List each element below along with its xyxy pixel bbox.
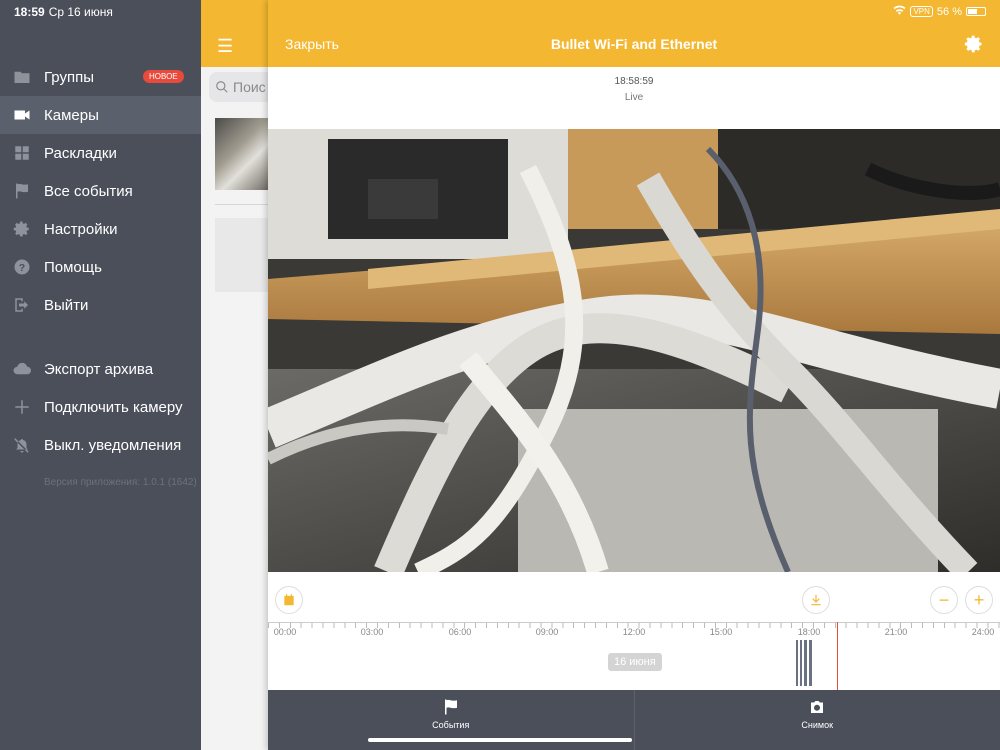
sidebar-item-label: Выкл. уведомления [44, 436, 182, 454]
sidebar-item-cameras[interactable]: Камеры [0, 96, 201, 134]
tick-label: 24:00 [971, 627, 995, 637]
zoom-in-button[interactable]: + [965, 586, 993, 614]
home-indicator [368, 738, 632, 742]
current-time-marker[interactable] [836, 622, 838, 690]
sidebar-item-label: Настройки [44, 220, 118, 238]
hamburger-menu-icon[interactable]: ☰ [217, 36, 233, 57]
plus-icon: + [973, 590, 985, 610]
sidebar-item-logout[interactable]: Выйти [0, 286, 201, 324]
sidebar: 18:59 Ср 16 июня Группы НОВОЕ Камеры Раск… [0, 0, 201, 750]
tick-label: 21:00 [884, 627, 908, 637]
app-version: Версия приложения: 1.0.1 (1642) [44, 477, 197, 488]
camera-list-item[interactable] [215, 218, 275, 292]
tab-label: Снимок [801, 720, 834, 730]
sidebar-item-settings[interactable]: Настройки [0, 210, 201, 248]
zoom-out-button[interactable]: − [930, 586, 958, 614]
sidebar-menu: Группы НОВОЕ Камеры Раскладки Все событи… [0, 58, 201, 324]
status-bar-date: Ср 16 июня [48, 5, 113, 19]
sidebar-item-label: Экспорт архива [44, 360, 154, 378]
tick-label: 18:00 [797, 627, 821, 637]
plus-icon [12, 397, 32, 417]
divider [215, 204, 275, 205]
recording-segment [796, 640, 798, 686]
tick-label: 06:00 [448, 627, 472, 637]
sidebar-item-label: Выйти [44, 296, 89, 314]
new-badge: НОВОЕ [143, 70, 184, 83]
sidebar-item-layouts[interactable]: Раскладки [0, 134, 201, 172]
calendar-button[interactable] [275, 586, 303, 614]
tab-label: События [432, 720, 470, 730]
timeline[interactable]: 00:00 03:00 06:00 09:00 12:00 15:00 18:0… [268, 622, 1000, 690]
calendar-icon [284, 594, 294, 606]
battery-icon [966, 7, 986, 16]
camera-icon [811, 701, 824, 713]
sidebar-item-label: Все события [44, 182, 133, 200]
sidebar-menu-secondary: Экспорт архива Подключить камеру Выкл. у… [0, 350, 201, 464]
system-status: VPN 56 % [893, 5, 986, 18]
video-camera-icon [12, 105, 32, 125]
cloud-download-icon [12, 359, 32, 379]
sidebar-item-label: Подключить камеру [44, 398, 183, 416]
sidebar-item-label: Помощь [44, 258, 102, 276]
player-time-info: 18:58:59 Live [268, 76, 1000, 103]
sidebar-item-help[interactable]: ? Помощь [0, 248, 201, 286]
tick-label: 03:00 [360, 627, 384, 637]
sidebar-item-label: Группы [44, 68, 94, 86]
vpn-badge: VPN [910, 6, 933, 17]
sidebar-item-export-archive[interactable]: Экспорт архива [0, 350, 201, 388]
recording-segment [809, 640, 812, 686]
camera-header: VPN 56 % Закрыть Bullet Wi-Fi and Ethern… [268, 0, 1000, 67]
sidebar-item-mute-notifications[interactable]: Выкл. уведомления [0, 426, 201, 464]
battery-percent: 56 % [936, 5, 962, 18]
sidebar-item-all-events[interactable]: Все события [0, 172, 201, 210]
help-icon: ? [12, 257, 32, 277]
camera-title: Bullet Wi-Fi and Ethernet [550, 36, 718, 52]
status-bar-time: 18:59 Ср 16 июня [14, 5, 113, 19]
download-button[interactable] [802, 586, 830, 614]
video-frame [268, 129, 1000, 572]
search-icon [216, 81, 228, 93]
tab-snapshot[interactable]: Снимок [635, 690, 1000, 750]
bell-off-icon [12, 435, 32, 455]
gear-icon[interactable] [964, 34, 984, 54]
timeline-date: 16 июня [608, 653, 662, 671]
gear-icon [12, 219, 32, 239]
logout-icon [12, 295, 32, 315]
sidebar-item-label: Раскладки [44, 144, 117, 162]
sidebar-item-groups[interactable]: Группы НОВОЕ [0, 58, 201, 96]
player-clock: 18:58:59 [614, 76, 654, 87]
svg-text:?: ? [19, 262, 25, 274]
player-mode: Live [624, 92, 644, 103]
tick-label: 15:00 [709, 627, 733, 637]
sidebar-item-connect-camera[interactable]: Подключить камеру [0, 388, 201, 426]
search-placeholder: Поис [233, 79, 266, 95]
folder-icon [12, 67, 32, 87]
recording-segment [800, 640, 802, 686]
player-controls: − + [268, 586, 1000, 622]
tick-label: 12:00 [622, 627, 646, 637]
tick-label: 00:00 [273, 627, 297, 637]
grid-icon [12, 143, 32, 163]
sidebar-item-label: Камеры [44, 106, 99, 124]
flag-icon [444, 699, 457, 715]
camera-view-panel: VPN 56 % Закрыть Bullet Wi-Fi and Ethern… [268, 0, 1000, 750]
tick-label: 09:00 [535, 627, 559, 637]
flag-icon [12, 181, 32, 201]
recording-segment [804, 640, 807, 686]
camera-thumbnail[interactable] [215, 118, 275, 190]
wifi-icon [893, 5, 906, 18]
video-feed[interactable] [268, 129, 1000, 572]
minus-icon: − [938, 590, 950, 610]
download-icon [811, 594, 821, 606]
